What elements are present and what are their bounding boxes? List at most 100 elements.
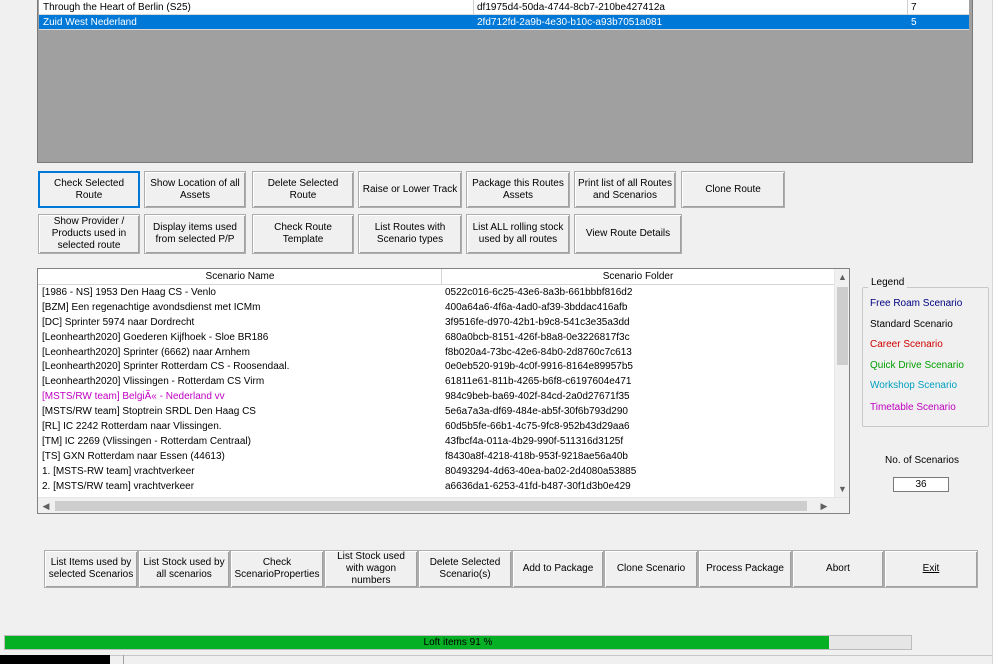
taskbar-area (110, 655, 992, 664)
package-route-assets-button[interactable]: Package this Routes Assets (466, 171, 570, 208)
vertical-scrollbar[interactable]: ▲ ▼ (834, 269, 849, 497)
scenario-row[interactable]: [MSTS/RW team] Stoptrein SRDL Den Haag C… (38, 404, 834, 419)
window-right-border (992, 0, 1000, 664)
check-route-template-button[interactable]: Check Route Template (252, 214, 354, 254)
check-scenario-properties-button[interactable]: Check ScenarioProperties (230, 550, 324, 588)
legend-free-roam: Free Roam Scenario (870, 298, 963, 309)
legend-standard: Standard Scenario (870, 319, 953, 330)
list-all-rolling-stock-button[interactable]: List ALL rolling stock used by all route… (466, 214, 570, 254)
scenario-name: [MSTS/RW team] Stoptrein SRDL Den Haag C… (42, 406, 256, 418)
scenario-folder: 400a64a6-4f6a-4ad0-af39-3bddac416afb (445, 301, 628, 313)
scenario-name: 1. [MSTS-RW team] vrachtverkeer (42, 465, 195, 477)
scenario-folder: 0e0eb520-919b-4c0f-9916-8164e89957b5 (445, 361, 633, 373)
show-location-assets-button[interactable]: Show Location of all Assets (144, 171, 246, 208)
route-id: df1975d4-50da-4744-8cb7-210be427412a (477, 2, 665, 13)
column-header-scenario-name[interactable]: Scenario Name (38, 271, 442, 282)
scenario-list[interactable]: Scenario Name Scenario Folder [1986 - NS… (37, 268, 850, 514)
legend-title: Legend (868, 277, 908, 288)
scenario-row[interactable]: [Leonhearth2020] Sprinter (6662) naar Ar… (38, 345, 834, 360)
scenario-folder: 3f9516fe-d970-42b1-b9c8-541c3e35a3dd (445, 316, 630, 328)
route-list[interactable]: Through the Heart of Berlin (S25) df1975… (37, 0, 973, 163)
scroll-down-icon[interactable]: ▼ (835, 481, 850, 497)
scenario-row[interactable]: [1986 - NS] 1953 Den Haag CS - Venlo 0522… (38, 285, 834, 300)
horizontal-scrollbar[interactable]: ◀ ▶ (38, 497, 849, 513)
abort-button[interactable]: Abort (792, 550, 884, 588)
clone-route-button[interactable]: Clone Route (681, 171, 785, 208)
list-stock-wagon-numbers-button[interactable]: List Stock used with wagon numbers (324, 550, 418, 588)
progress-bar: Loft items 91 % (4, 635, 912, 650)
scenario-name: [MSTS/RW team] BelgiÃ« - Nederland vv (42, 391, 225, 403)
scenario-folder: 60d5b5fe-66b1-4c75-9fc8-952b43d29aa6 (445, 421, 630, 433)
scenario-name: [Leonhearth2020] Goederen Kijfhoek - Slo… (42, 331, 269, 343)
scenario-name: [RL] IC 2242 Rotterdam naar Vlissingen. (42, 421, 222, 433)
scenario-name: [Leonhearth2020] Sprinter (6662) naar Ar… (42, 346, 250, 358)
scenario-row[interactable]: [RL] IC 2242 Rotterdam naar Vlissingen. 6… (38, 419, 834, 434)
column-header-scenario-folder[interactable]: Scenario Folder (442, 271, 834, 282)
scrollbar-thumb[interactable] (837, 287, 848, 365)
scenario-row[interactable]: [DC] Sprinter 5974 naar Dordrecht 3f9516f… (38, 315, 834, 330)
scenario-row[interactable]: [TS] GXN Rotterdam naar Essen (44613) f84… (38, 449, 834, 464)
scenario-folder: 680a0bcb-8151-426f-b8a8-0e3226817f3c (445, 331, 630, 343)
scrollbar-thumb[interactable] (55, 501, 807, 511)
route-id: 2fd712fd-2a9b-4e30-b10c-a93b7051a081 (477, 17, 663, 28)
legend-quick-drive: Quick Drive Scenario (870, 360, 964, 371)
route-name: Zuid West Nederland (43, 17, 137, 28)
scenario-row[interactable]: 2. [MSTS/RW team] vrachtverkeer a6636da1-… (38, 479, 834, 494)
scenario-list-header: Scenario Name Scenario Folder (38, 269, 834, 285)
delete-selected-scenarios-button[interactable]: Delete Selected Scenario(s) (418, 550, 512, 588)
exit-button-label: Exit (922, 563, 940, 574)
delete-selected-route-button[interactable]: Delete Selected Route (252, 171, 354, 208)
route-row[interactable]: Through the Heart of Berlin (S25) df1975… (39, 0, 969, 15)
column-separator (907, 0, 908, 15)
route-count: 5 (911, 17, 917, 28)
taskbar-separator (123, 655, 124, 664)
scroll-up-icon[interactable]: ▲ (835, 269, 850, 285)
scenario-folder: 80493294-4d63-40ea-ba02-2d4080a53885 (445, 465, 637, 477)
scenario-name: 2. [MSTS/RW team] vrachtverkeer (42, 480, 195, 492)
scenario-folder: f8b020a4-73bc-42e6-84b0-2d8760c7c613 (445, 346, 632, 358)
no-of-scenarios-value: 36 (893, 477, 949, 492)
scenario-row[interactable]: 1. [MSTS-RW team] vrachtverkeer 80493294-… (38, 464, 834, 479)
scenario-folder: 984c9beb-ba69-402f-84cd-2a0d27671f35 (445, 391, 630, 403)
list-stock-all-scenarios-button[interactable]: List Stock used by all scenarios (138, 550, 230, 588)
show-provider-products-button[interactable]: Show Provider / Products used in selecte… (38, 214, 140, 254)
scenario-row[interactable]: [Leonhearth2020] Goederen Kijfhoek - Slo… (38, 330, 834, 345)
scroll-right-icon[interactable]: ▶ (816, 498, 832, 514)
scenario-folder: 5e6a7a3a-df69-484e-ab5f-30f6b793d290 (445, 406, 628, 418)
legend-timetable: Timetable Scenario (870, 402, 956, 413)
scenario-name: [TS] GXN Rotterdam naar Essen (44613) (42, 450, 225, 462)
print-list-button[interactable]: Print list of all Routes and Scenarios (574, 171, 676, 208)
scenario-name: [Leonhearth2020] Sprinter Rotterdam CS -… (42, 361, 290, 373)
scenario-folder: f8430a8f-4218-418b-953f-9218ae56a40b (445, 450, 628, 462)
scenario-name: [BZM] Een regenachtige avondsdienst met … (42, 301, 261, 313)
column-separator (473, 0, 474, 15)
legend-career: Career Scenario (870, 339, 943, 350)
scenario-name: [Leonhearth2020] Vlissingen - Rotterdam … (42, 376, 265, 388)
legend-workshop: Workshop Scenario (870, 380, 958, 391)
process-package-button[interactable]: Process Package (698, 550, 792, 588)
taskbar-black-area (0, 655, 110, 664)
scenario-row[interactable]: [Leonhearth2020] Sprinter Rotterdam CS -… (38, 359, 834, 374)
route-name: Through the Heart of Berlin (S25) (43, 2, 191, 13)
display-items-button[interactable]: Display items used from selected P/P (144, 214, 246, 254)
no-of-scenarios-label: No. of Scenarios (885, 455, 959, 466)
scenario-row[interactable]: [MSTS/RW team] BelgiÃ« - Nederland vv 984… (38, 389, 834, 404)
view-route-details-button[interactable]: View Route Details (574, 214, 682, 254)
scenario-row[interactable]: [BZM] Een regenachtige avondsdienst met … (38, 300, 834, 315)
exit-button[interactable]: Exit (884, 550, 978, 588)
scenario-folder: 0522c016-6c25-43e6-8a3b-661bbbf816d2 (445, 287, 633, 298)
scenario-row[interactable]: [Leonhearth2020] Vlissingen - Rotterdam … (38, 374, 834, 389)
clone-scenario-button[interactable]: Clone Scenario (604, 550, 698, 588)
scenario-row[interactable]: [TM] IC 2269 (Vlissingen - Rotterdam Cen… (38, 434, 834, 449)
progress-text: Loft items 91 % (423, 637, 493, 648)
list-routes-scenario-types-button[interactable]: List Routes with Scenario types (358, 214, 462, 254)
scroll-left-icon[interactable]: ◀ (38, 498, 54, 514)
scenario-folder: 61811e61-811b-4265-b6f8-c6197604e471 (445, 376, 632, 388)
check-selected-route-button[interactable]: Check Selected Route (38, 171, 140, 208)
scenario-name: [DC] Sprinter 5974 naar Dordrecht (42, 316, 195, 328)
scenario-name: [TM] IC 2269 (Vlissingen - Rotterdam Cen… (42, 435, 251, 447)
add-to-package-button[interactable]: Add to Package (512, 550, 604, 588)
raise-lower-track-button[interactable]: Raise or Lower Track (358, 171, 462, 208)
list-items-selected-scenarios-button[interactable]: List Items used by selected Scenarios (44, 550, 138, 588)
route-row-selected[interactable]: Zuid West Nederland 2fd712fd-2a9b-4e30-b… (39, 15, 969, 30)
